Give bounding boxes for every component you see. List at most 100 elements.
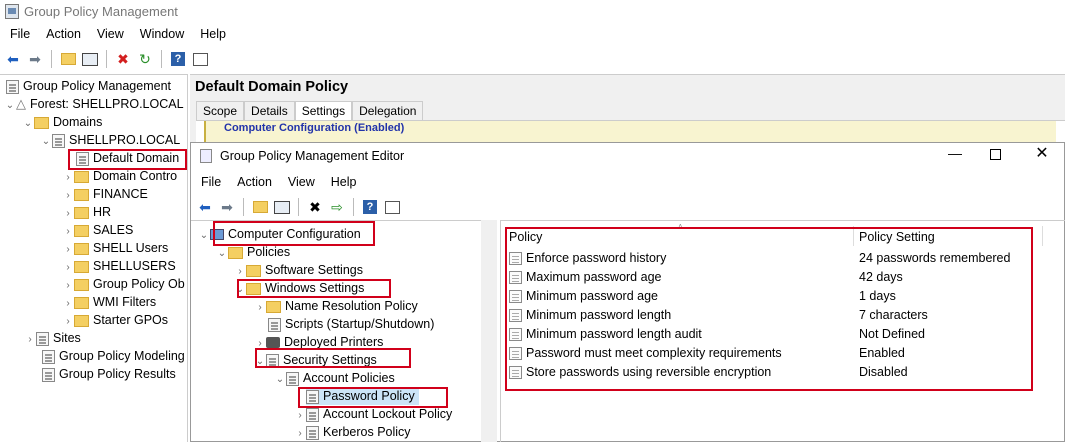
tree-item-group-policy-management[interactable]: Group Policy Management	[6, 77, 171, 95]
tree-item-domains[interactable]: ⌄ Domains	[22, 113, 103, 133]
editor-menu-file[interactable]: File	[193, 175, 229, 189]
ou-icon	[74, 170, 89, 183]
modeling-icon	[42, 349, 55, 364]
app-icon	[5, 4, 19, 19]
highlight-windows-settings	[237, 279, 391, 298]
tree-item-sales[interactable]: › SALES	[62, 221, 133, 239]
printer-icon	[266, 337, 280, 349]
lockout-policy-icon	[306, 407, 319, 422]
chevron-down-icon[interactable]: ⌄	[198, 227, 210, 245]
chevron-right-icon[interactable]: ›	[254, 299, 266, 317]
tree-item-shellpro-local[interactable]: ⌄ SHELLPRO.LOCAL	[40, 131, 180, 149]
tree-item-software-settings[interactable]: › Software Settings	[234, 261, 363, 279]
settings-report-heading[interactable]: Computer Configuration (Enabled)	[224, 122, 404, 134]
help-icon[interactable]: ?	[361, 198, 379, 216]
ou-icon	[74, 260, 89, 273]
close-button[interactable]: ✕	[1032, 143, 1052, 163]
menu-action[interactable]: Action	[38, 27, 89, 41]
show-hide-tree-icon[interactable]	[81, 50, 99, 68]
tree-item-scripts[interactable]: Scripts (Startup/Shutdown)	[268, 315, 434, 333]
menu-file[interactable]: File	[2, 27, 38, 41]
chevron-right-icon[interactable]: ›	[294, 425, 306, 443]
editor-window-title: Group Policy Management Editor	[220, 149, 405, 163]
toolbar-separator	[106, 50, 107, 68]
tree-item-gp-modeling[interactable]: Group Policy Modeling	[42, 347, 185, 365]
column-divider[interactable]	[1042, 226, 1043, 246]
folder-icon	[246, 264, 261, 277]
tree-item-shell-users[interactable]: › SHELL Users	[62, 239, 168, 257]
tab-scope[interactable]: Scope	[196, 101, 245, 121]
starter-folder-icon	[74, 314, 89, 327]
tab-details[interactable]: Details	[244, 101, 295, 121]
main-title-bar: Group Policy Management	[0, 0, 1065, 24]
account-policies-icon	[286, 371, 299, 386]
menu-view[interactable]: View	[89, 27, 132, 41]
forward-arrow-icon[interactable]: ➡	[26, 50, 44, 68]
tree-item-name-resolution-policy[interactable]: › Name Resolution Policy	[254, 297, 417, 317]
chevron-down-icon[interactable]: ⌄	[4, 97, 16, 115]
forest-icon: △	[16, 96, 26, 111]
toolbar-separator	[161, 50, 162, 68]
maximize-button[interactable]	[985, 146, 1005, 166]
tab-delegation[interactable]: Delegation	[352, 101, 424, 121]
back-arrow-icon[interactable]: ⬅	[196, 198, 214, 216]
editor-toolbar: ⬅ ➡ ✖ ⇨ ?	[192, 195, 412, 219]
delete-icon[interactable]: ✖	[306, 198, 324, 216]
chevron-down-icon[interactable]: ⌄	[216, 245, 228, 263]
folder-icon	[266, 300, 281, 313]
tree-item-starter-gpos[interactable]: › Starter GPOs	[62, 311, 168, 329]
properties-icon[interactable]	[191, 50, 209, 68]
help-icon[interactable]: ?	[169, 50, 187, 68]
menu-help[interactable]: Help	[192, 27, 234, 41]
minimize-button[interactable]: —	[940, 145, 970, 165]
tree-item-wmi-filters[interactable]: › WMI Filters	[62, 293, 156, 311]
chevron-down-icon[interactable]: ⌄	[22, 115, 34, 133]
main-window-title: Group Policy Management	[24, 4, 178, 19]
up-folder-icon[interactable]	[59, 50, 77, 68]
highlight-policy-list	[505, 227, 1033, 391]
toolbar-separator	[51, 50, 52, 68]
editor-tree-scrollbar[interactable]	[481, 220, 497, 442]
ou-icon	[74, 206, 89, 219]
editor-menu-view[interactable]: View	[280, 175, 323, 189]
properties-icon[interactable]	[383, 198, 401, 216]
tree-item-kerberos-policy[interactable]: › Kerberos Policy	[294, 423, 411, 441]
tree-item-sites[interactable]: › Sites	[24, 329, 81, 347]
gpo-tabs: Scope Details Settings Delegation	[196, 101, 424, 121]
tree-item-hr[interactable]: › HR	[62, 203, 111, 221]
up-folder-icon[interactable]	[251, 198, 269, 216]
kerberos-policy-icon	[306, 425, 319, 440]
main-toolbar: ⬅ ➡ ✖ ↻ ?	[0, 47, 260, 71]
gpo-title: Default Domain Policy	[195, 79, 349, 95]
tree-item-account-policies[interactable]: ⌄ Account Policies	[274, 369, 395, 387]
tree-item-shellusers[interactable]: › SHELLUSERS	[62, 257, 175, 275]
refresh-icon[interactable]: ↻	[136, 50, 154, 68]
back-arrow-icon[interactable]: ⬅	[4, 50, 22, 68]
domain-icon	[52, 133, 65, 148]
gpo-folder-icon	[74, 278, 89, 291]
editor-menu-action[interactable]: Action	[229, 175, 280, 189]
tab-settings[interactable]: Settings	[294, 101, 353, 121]
domains-icon	[34, 116, 49, 129]
chevron-right-icon[interactable]: ›	[24, 331, 36, 349]
editor-menu-bar: File Action View Help	[193, 172, 393, 192]
chevron-down-icon[interactable]: ⌄	[40, 133, 52, 151]
settings-report-area: Computer Configuration (Enabled)	[196, 120, 1065, 145]
editor-menu-help[interactable]: Help	[323, 175, 365, 189]
highlight-default-domain	[68, 149, 187, 170]
tree-item-finance[interactable]: › FINANCE	[62, 185, 148, 203]
menu-window[interactable]: Window	[132, 27, 192, 41]
tree-item-group-policy-objects[interactable]: › Group Policy Ob	[62, 275, 184, 293]
scripts-icon	[268, 317, 281, 332]
chevron-down-icon[interactable]: ⌄	[274, 371, 286, 389]
gpm-icon	[6, 79, 19, 94]
tree-item-gp-results[interactable]: Group Policy Results	[42, 365, 176, 383]
show-hide-tree-icon[interactable]	[273, 198, 291, 216]
folder-icon	[228, 246, 243, 259]
toolbar-separator	[298, 198, 299, 216]
highlight-security-settings	[255, 348, 411, 368]
export-list-icon[interactable]: ⇨	[328, 198, 346, 216]
forward-arrow-icon[interactable]: ➡	[218, 198, 236, 216]
tree-item-forest[interactable]: ⌄ △ Forest: SHELLPRO.LOCAL	[4, 95, 184, 113]
delete-icon[interactable]: ✖	[114, 50, 132, 68]
